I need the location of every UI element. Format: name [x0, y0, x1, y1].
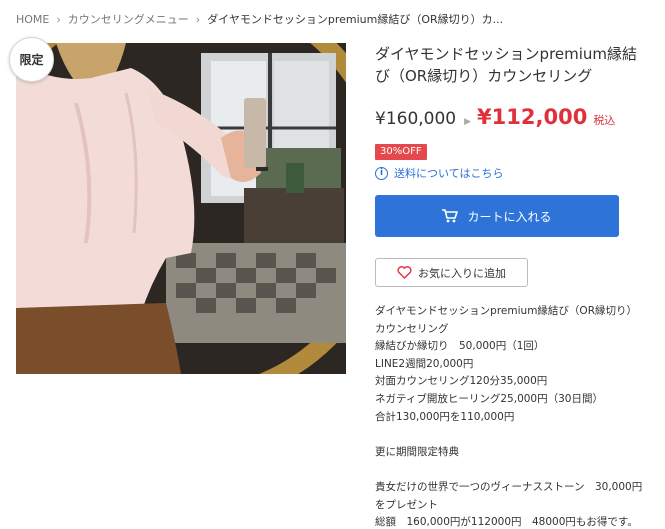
product-description: ダイヤモンドセッションpremium縁結び（OR縁切り）カウンセリング 縁結びか…	[375, 303, 647, 529]
triangle-right-icon: ▶	[464, 117, 472, 127]
description-line: 対面カウンセリング120分35,000円	[375, 375, 548, 388]
description-line: 貴女だけの世界で一つのヴィーナスストーン 30,000円をプレゼント	[375, 480, 643, 511]
add-to-favorites-button[interactable]: お気に入りに追加	[375, 258, 528, 287]
breadcrumb: HOME › カウンセリングメニュー › ダイヤモンドセッションpremium縁…	[16, 11, 503, 27]
description-line: LINE2週間20,000円	[375, 357, 474, 370]
description-line: 総額 160,000円が112000円 48000円もお得です。	[375, 516, 638, 529]
shipping-info-link[interactable]: i 送料についてはこちら	[375, 165, 503, 181]
chevron-right-icon: ›	[195, 12, 201, 26]
breadcrumb-current: ダイヤモンドセッションpremium縁結び（OR縁切り）カ...	[207, 13, 504, 26]
shipping-link-label: 送料についてはこちら	[394, 167, 504, 180]
product-image[interactable]	[16, 43, 346, 374]
description-line: 更に期間限定特典	[375, 445, 459, 458]
add-to-cart-label: カートに入れる	[467, 209, 552, 224]
price-row: ¥160,000 ▶ ¥112,000 税込	[375, 105, 615, 129]
tax-label: 税込	[593, 114, 616, 127]
limited-badge: 限定	[9, 37, 54, 82]
description-blank-line	[375, 426, 647, 444]
price-original: ¥160,000	[375, 109, 457, 129]
heart-outline-icon	[397, 266, 412, 279]
breadcrumb-home-link[interactable]: HOME	[16, 13, 49, 26]
price-sale: ¥112,000	[477, 105, 588, 129]
description-line: ネガティブ開放ヒーリング25,000円（30日間）	[375, 392, 603, 405]
description-blank-line	[375, 461, 647, 479]
description-line: 合計130,000円を110,000円	[375, 410, 515, 423]
product-info: ダイヤモンドセッションpremium縁結び（OR縁切り）カウンセリング	[375, 43, 645, 87]
info-circle-icon: i	[375, 166, 388, 180]
discount-badge: 30%OFF	[375, 144, 427, 160]
product-title: ダイヤモンドセッションpremium縁結び（OR縁切り）カウンセリング	[375, 45, 638, 85]
add-to-favorites-label: お気に入りに追加	[418, 266, 506, 280]
add-to-cart-button[interactable]: カートに入れる	[375, 195, 619, 237]
description-line: 縁結びか縁切り 50,000円（1回）	[375, 340, 545, 353]
description-line: ダイヤモンドセッションpremium縁結び（OR縁切り）カウンセリング	[375, 305, 637, 335]
product-photo-illustration	[16, 43, 346, 374]
breadcrumb-category-link[interactable]: カウンセリングメニュー	[68, 11, 189, 27]
limited-badge-label: 限定	[19, 53, 44, 67]
chevron-right-icon: ›	[56, 12, 61, 26]
cart-icon	[442, 209, 459, 223]
